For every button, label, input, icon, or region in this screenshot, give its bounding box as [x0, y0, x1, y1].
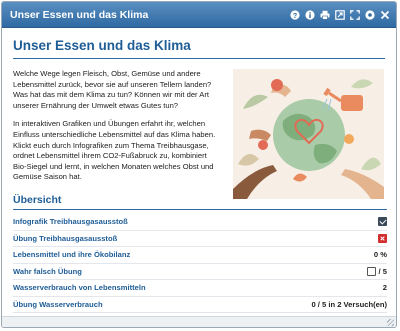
help-icon[interactable]: ?: [290, 9, 300, 20]
intro-section: Welche Wege legen Fleisch, Obst, Gemüse …: [13, 69, 385, 199]
status-text: 0 %: [373, 250, 387, 260]
intro-text: Welche Wege legen Fleisch, Obst, Gemüse …: [13, 69, 221, 199]
svg-text:?: ?: [293, 12, 297, 19]
row-status: 0 / 5 in 2 Versuch(en): [311, 300, 387, 309]
overview-link[interactable]: Lebensmittel und ihre Ökobilanz: [13, 250, 130, 259]
status-text: / 5: [378, 266, 387, 276]
overview-link[interactable]: Wahr falsch Übung: [13, 267, 82, 276]
status-text: 0 / 5 in 2 Versuch(en): [311, 299, 387, 309]
overview-link[interactable]: Übung Treibhausgasausstoß: [13, 234, 117, 243]
close-icon[interactable]: [380, 10, 390, 20]
page-title: Unser Essen und das Klima: [13, 38, 385, 59]
row-status: 2: [383, 283, 387, 292]
overview-title: Übersicht: [13, 194, 387, 210]
status-text: 2: [382, 283, 387, 293]
window-statusbar: [2, 316, 396, 327]
intro-paragraph: In interaktiven Grafiken und Übungen erf…: [13, 119, 216, 182]
row-status: [378, 217, 387, 227]
window-title: Unser Essen und das Klima: [10, 8, 149, 21]
row-status: 0 %: [374, 250, 387, 259]
resize-grip-icon[interactable]: [387, 319, 394, 326]
overview-row[interactable]: Lebensmittel und ihre Ökobilanz 0 %: [13, 247, 387, 264]
overview-section: Übersicht Infografik Treibhausgasausstoß…: [13, 194, 387, 313]
window-titlebar: Unser Essen und das Klima ?: [2, 2, 396, 28]
overview-row[interactable]: Übung Treibhausgasausstoß: [13, 231, 387, 247]
settings-icon[interactable]: [365, 9, 375, 20]
main-content: Unser Essen und das Klima Welche Wege le…: [2, 28, 396, 199]
intro-paragraph: Welche Wege legen Fleisch, Obst, Gemüse …: [13, 69, 212, 110]
fullscreen-icon[interactable]: [350, 9, 360, 20]
wrong-icon: [378, 233, 387, 243]
row-status: [378, 233, 387, 243]
overview-row[interactable]: Infografik Treibhausgasausstoß: [13, 214, 387, 231]
overview-row[interactable]: Übung Wasserverbrauch 0 / 5 in 2 Versuch…: [13, 297, 387, 313]
overview-link[interactable]: Infografik Treibhausgasausstoß: [13, 217, 128, 226]
checked-icon: [378, 217, 387, 227]
overview-link[interactable]: Wasserverbrauch von Lebensmitteln: [13, 283, 146, 292]
print-icon[interactable]: [320, 10, 330, 20]
unchecked-box-icon: [366, 266, 376, 276]
overview-row[interactable]: Wahr falsch Übung / 5: [13, 264, 387, 280]
overview-link[interactable]: Übung Wasserverbrauch: [13, 300, 103, 309]
overview-row[interactable]: Wasserverbrauch von Lebensmitteln 2: [13, 280, 387, 297]
info-icon[interactable]: [305, 9, 315, 20]
export-icon[interactable]: [335, 9, 345, 20]
climate-illustration: [233, 69, 384, 199]
row-status: / 5: [366, 266, 387, 276]
window-toolbar: ?: [290, 9, 390, 20]
app-window: Unser Essen und das Klima ? Unser Essen …: [1, 1, 397, 328]
